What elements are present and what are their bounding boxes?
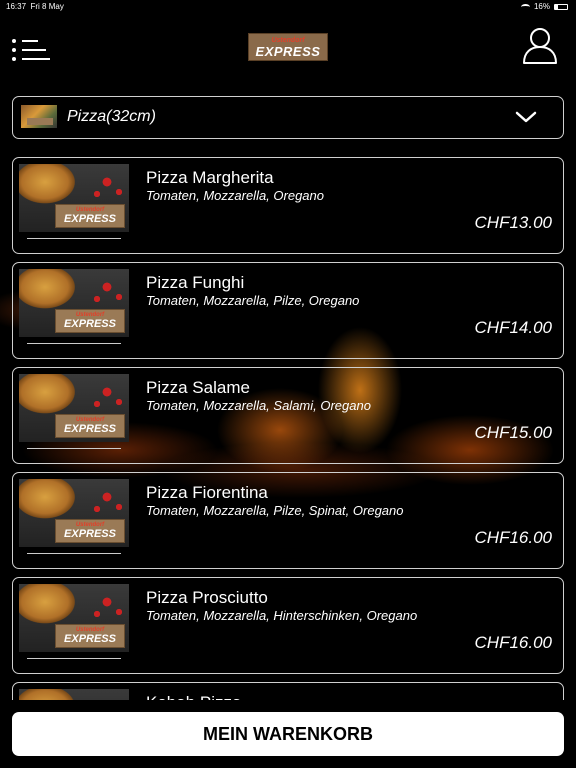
item-description: Tomaten, Mozzarella, Hinterschinken, Ore… xyxy=(146,608,418,623)
divider xyxy=(27,238,121,239)
item-name: Pizza Fiorentina xyxy=(146,483,268,502)
status-time: 16:37 Fri 8 May xyxy=(6,2,64,11)
divider xyxy=(27,658,121,659)
item-description: Tomaten, Mozzarella, Pilze, Spinat, Oreg… xyxy=(146,503,404,518)
user-icon[interactable] xyxy=(522,26,558,64)
menu-item-card[interactable]: Ustendorf EXPRESS Pizza Funghi Tomaten, M… xyxy=(12,262,564,359)
cart-button[interactable]: MEIN WARENKORB xyxy=(12,712,564,756)
divider xyxy=(27,343,121,344)
item-name: Pizza Prosciutto xyxy=(146,588,268,607)
status-bar: 16:37 Fri 8 May 16% xyxy=(0,0,576,12)
menu-item-card[interactable]: Ustendorf EXPRESS Pizza Salame Tomaten, M… xyxy=(12,367,564,464)
battery-icon xyxy=(554,3,568,10)
app-header: Ustendorf EXPRESS xyxy=(0,24,576,68)
item-name: Pizza Margherita xyxy=(146,168,274,187)
item-price: CHF16.00 xyxy=(474,528,552,547)
pizza-image: UstendorfEXPRESS xyxy=(19,374,129,442)
item-description: Tomaten, Mozzarella, Pilze, Oregano xyxy=(146,293,360,308)
item-name: Pizza Funghi xyxy=(146,273,245,292)
item-price: CHF16.00 xyxy=(474,633,552,652)
item-name: Pizza Salame xyxy=(146,378,250,397)
category-thumbnail xyxy=(21,105,57,128)
menu-item-card[interactable]: Ustendorf EXPRESS Pizza Fiorentina Tomate… xyxy=(12,472,564,569)
wifi-icon xyxy=(520,3,530,10)
brand-logo[interactable]: Ustendorf EXPRESS xyxy=(248,33,328,61)
item-price: CHF13.00 xyxy=(474,213,552,232)
pizza-image: UstendorfEXPRESS xyxy=(19,479,129,547)
item-price: CHF14.00 xyxy=(474,318,552,337)
divider xyxy=(27,553,121,554)
category-dropdown[interactable]: Pizza(32cm) xyxy=(12,96,564,139)
pizza-image: UstendorfEXPRESS xyxy=(19,269,129,337)
menu-item-card[interactable]: Ustendorf EXPRESS Pizza Margherita Tomate… xyxy=(12,157,564,254)
pizza-image: UstendorfEXPRESS xyxy=(19,164,129,232)
chevron-down-icon[interactable] xyxy=(515,110,537,129)
category-label: Pizza(32cm) xyxy=(67,108,156,125)
status-right: 16% xyxy=(520,2,568,11)
item-description: Tomaten, Mozzarella, Oregano xyxy=(146,188,325,203)
item-price: CHF15.00 xyxy=(474,423,552,442)
battery-percent: 16% xyxy=(533,2,550,11)
menu-item-card[interactable]: Ustendorf EXPRESS Pizza Prosciutto Tomate… xyxy=(12,577,564,674)
item-description: Tomaten, Mozzarella, Salami, Oregano xyxy=(146,398,371,413)
menu-icon[interactable] xyxy=(12,32,50,61)
divider xyxy=(27,448,121,449)
pizza-image: UstendorfEXPRESS xyxy=(19,584,129,652)
